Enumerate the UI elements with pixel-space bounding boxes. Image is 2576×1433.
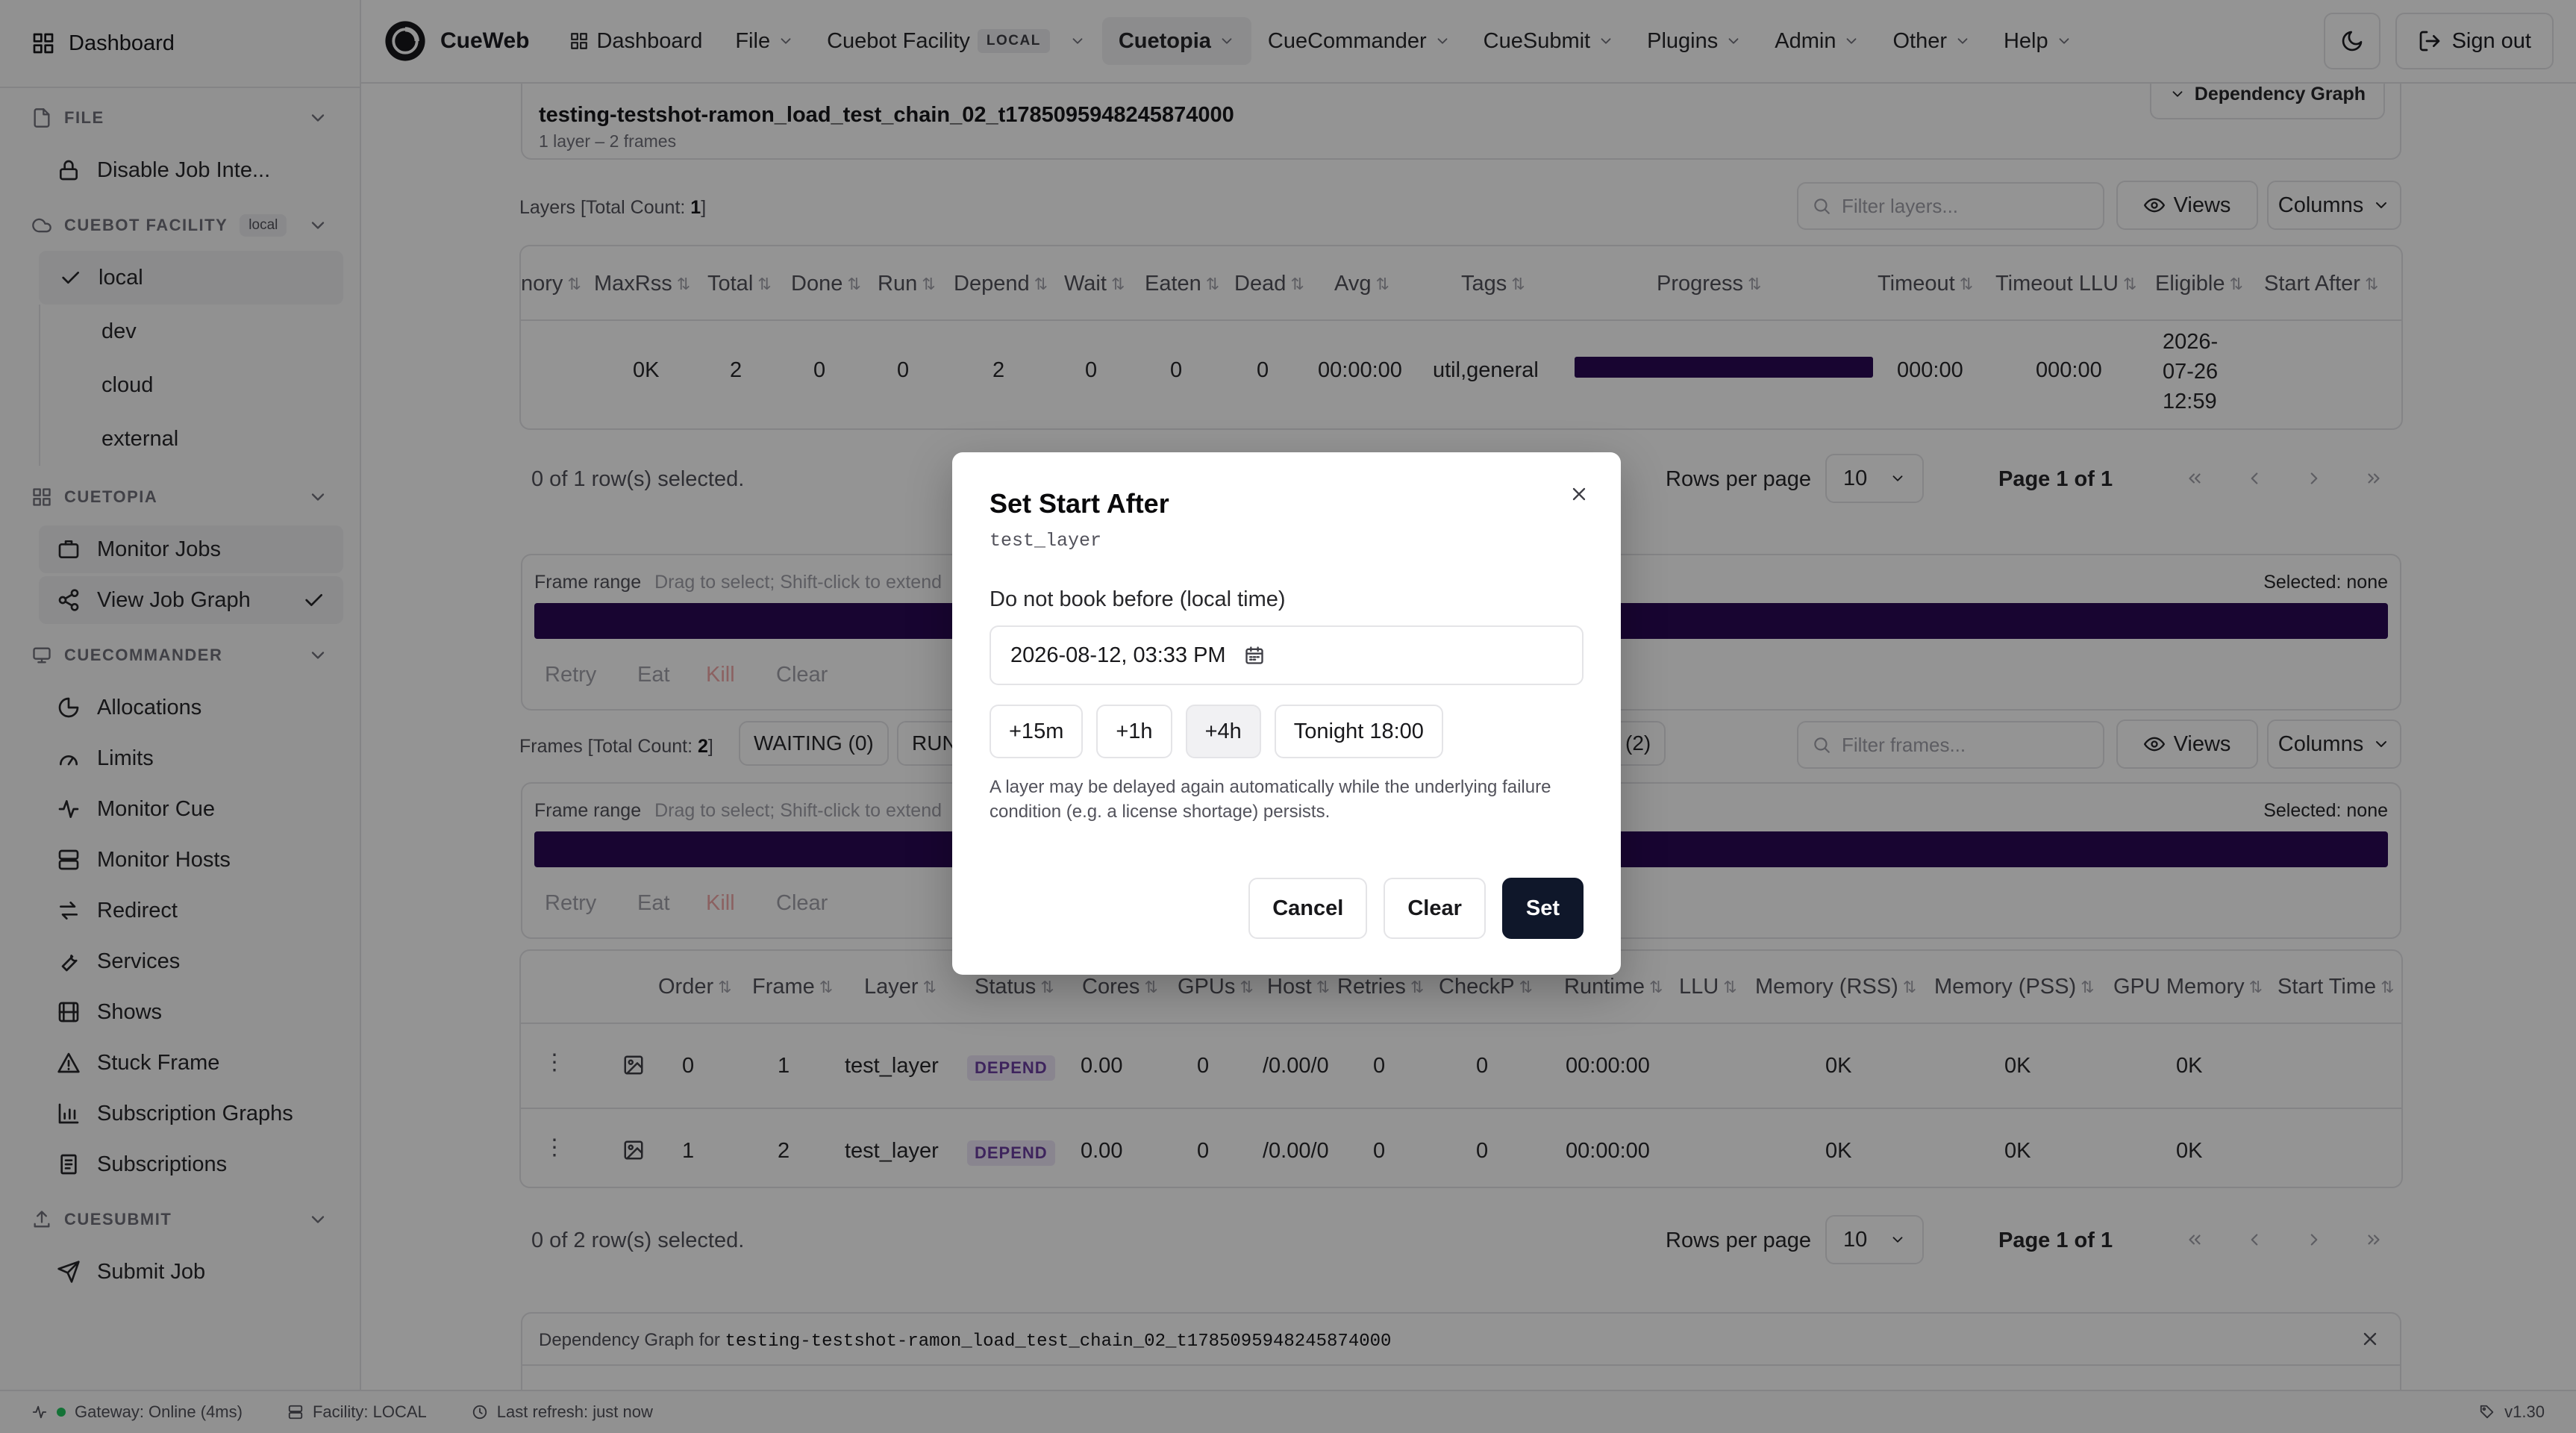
- clear-button[interactable]: Clear: [1384, 878, 1486, 939]
- datetime-input[interactable]: 2026-08-12, 03:33 PM: [990, 625, 1584, 685]
- quick-4h-button[interactable]: +4h: [1185, 705, 1261, 758]
- close-dialog-button[interactable]: [1564, 479, 1594, 509]
- datetime-value: 2026-08-12, 03:33 PM: [1010, 643, 1226, 667]
- dialog-subtitle: test_layer: [990, 530, 1102, 552]
- datetime-label: Do not book before (local time): [990, 587, 1286, 611]
- quick-tonight-button[interactable]: Tonight 18:00: [1274, 705, 1443, 758]
- quick-15m-button[interactable]: +15m: [990, 705, 1084, 758]
- calendar-icon[interactable]: [1244, 645, 1265, 666]
- set-start-after-dialog: Set Start After test_layer Do not book b…: [952, 452, 1621, 975]
- dialog-title: Set Start After: [990, 488, 1169, 519]
- close-icon: [1572, 487, 1586, 501]
- cancel-button[interactable]: Cancel: [1248, 878, 1368, 939]
- dialog-help-text: A layer may be delayed again automatical…: [990, 777, 1551, 822]
- quick-1h-button[interactable]: +1h: [1096, 705, 1172, 758]
- quick-offsets: +15m +1h +4h Tonight 18:00: [990, 705, 1584, 758]
- set-button[interactable]: Set: [1501, 878, 1584, 939]
